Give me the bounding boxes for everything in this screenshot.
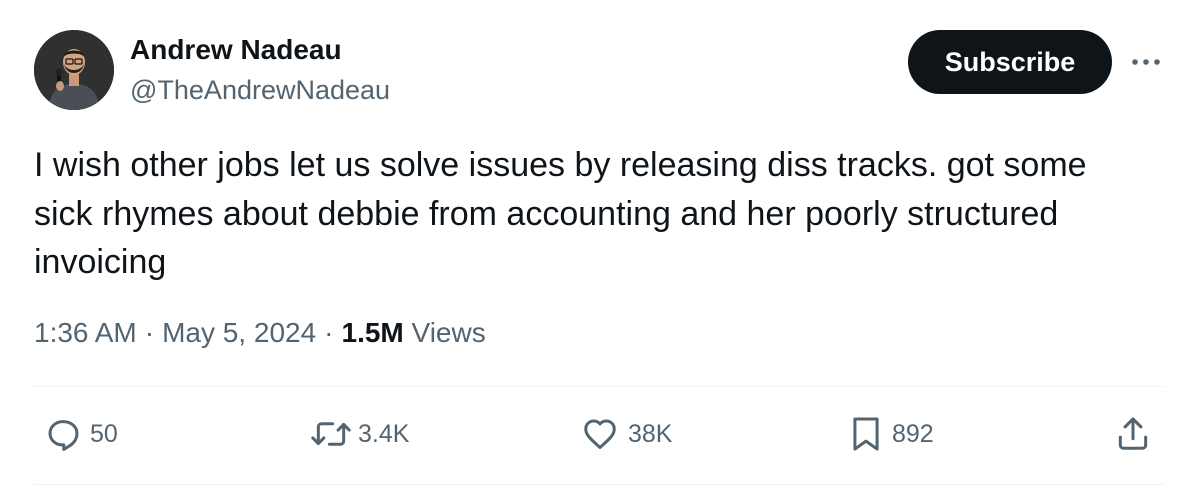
like-count: 38K <box>628 419 673 448</box>
like-button[interactable]: 38K <box>580 414 672 454</box>
meta-separator: · <box>324 317 334 348</box>
meta-separator: · <box>144 317 155 348</box>
author-name[interactable]: Andrew Nadeau <box>130 33 342 67</box>
retweet-icon <box>308 415 354 453</box>
tweet-text: I wish other jobs let us solve issues by… <box>34 146 1087 281</box>
more-button[interactable] <box>1128 48 1164 76</box>
reply-button[interactable]: 50 <box>44 414 118 454</box>
avatar[interactable] <box>34 30 114 110</box>
reply-count: 50 <box>90 419 118 448</box>
share-icon <box>1114 415 1152 453</box>
user-avatar-icon <box>34 30 114 110</box>
heart-icon <box>580 415 620 453</box>
divider <box>34 386 1164 387</box>
views-label: Views <box>411 317 486 348</box>
bookmark-count: 892 <box>892 419 934 448</box>
retweet-button[interactable]: 3.4K <box>308 414 409 454</box>
more-horizontal-icon <box>1132 59 1160 65</box>
bookmark-icon <box>848 415 884 453</box>
retweet-count: 3.4K <box>358 419 410 448</box>
tweet-date[interactable]: May 5, 2024 <box>162 317 316 348</box>
author-handle[interactable]: @TheAndrewNadeau <box>130 74 390 106</box>
tweet-meta: 1:36 AM · May 5, 2024 · 1.5M Views <box>34 315 486 351</box>
bookmark-button[interactable]: 892 <box>848 414 934 454</box>
tweet-time[interactable]: 1:36 AM <box>34 317 137 348</box>
divider <box>34 484 1164 485</box>
reply-icon <box>44 415 82 453</box>
subscribe-button[interactable]: Subscribe <box>908 30 1112 94</box>
views-count: 1.5M <box>341 317 404 348</box>
share-button[interactable] <box>1114 414 1152 454</box>
